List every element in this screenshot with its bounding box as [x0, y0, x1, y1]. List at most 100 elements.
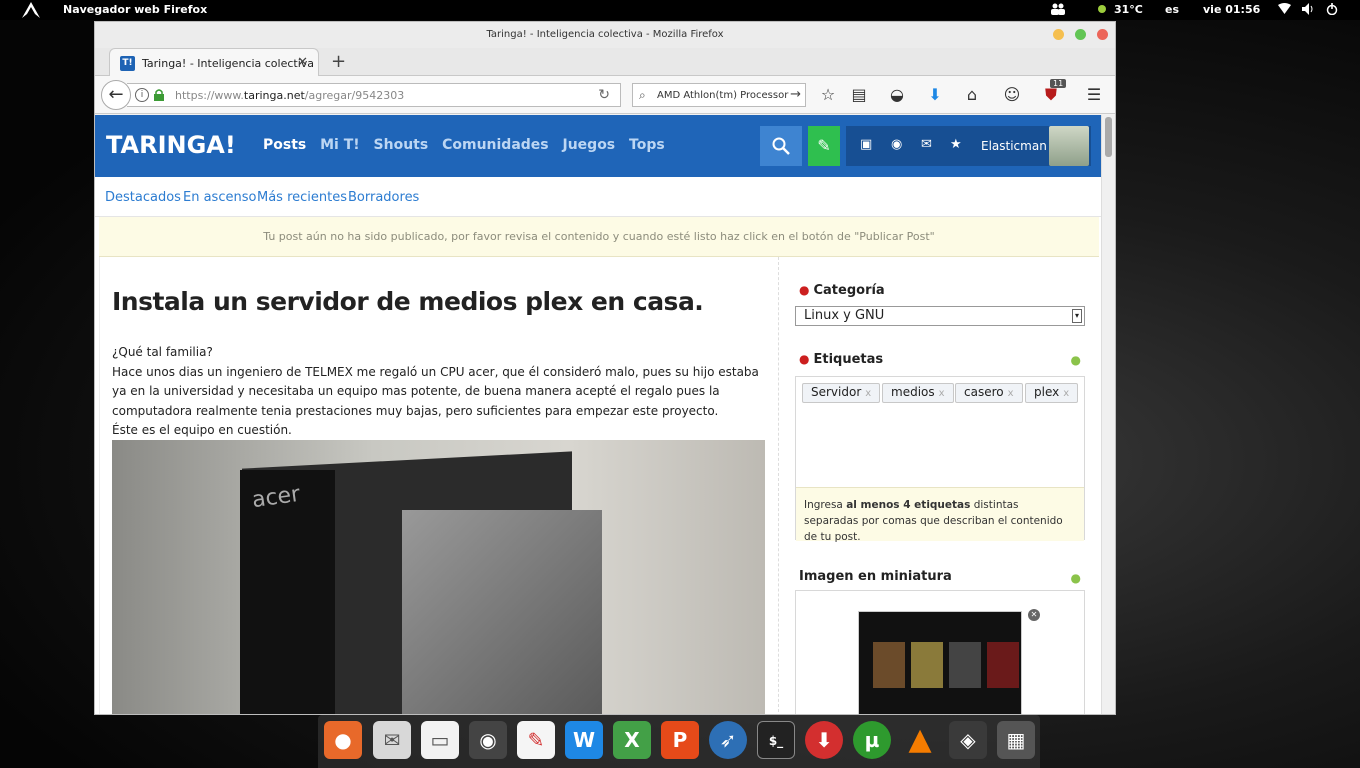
tag-remove-icon[interactable]: x [1063, 388, 1069, 399]
files-icon[interactable]: ▭ [421, 721, 459, 759]
category-select[interactable]: Linux y GNU ▾ [795, 306, 1085, 326]
tab-close-icon[interactable]: ✕ [297, 55, 308, 70]
minimize-button[interactable] [1053, 29, 1064, 40]
search-input[interactable]: ⌕ AMD Athlon(tm) Processor → [632, 83, 806, 107]
tab-bar: T! Taringa! - Inteligencia colectiva ✕ + [95, 48, 1115, 77]
volume-icon[interactable] [1302, 3, 1315, 18]
maximize-button[interactable] [1075, 29, 1086, 40]
search-go-icon[interactable]: → [790, 87, 801, 102]
tags-hint-bulb-icon[interactable]: ● [1071, 353, 1081, 367]
tag-chip[interactable]: plex x [1025, 383, 1079, 403]
reading-list-icon[interactable]: ▤ [849, 85, 869, 104]
nav-posts[interactable]: Posts [263, 137, 306, 153]
mail-icon[interactable]: ✉ [373, 721, 411, 759]
firefox-window: Taringa! - Inteligencia colectiva - Mozi… [94, 21, 1116, 715]
tags-hint: Ingresa al menos 4 etiquetas distintas s… [796, 487, 1084, 543]
home-icon[interactable]: ⌂ [962, 85, 982, 104]
avatar[interactable] [1049, 126, 1089, 166]
keyboard-layout[interactable]: es [1165, 3, 1179, 16]
bird-icon[interactable]: ➶ [709, 721, 747, 759]
arch-logo-icon[interactable] [22, 2, 40, 18]
post-caption: Éste es el equipo en cuestión. [112, 423, 292, 437]
tag-remove-icon[interactable]: x [939, 388, 945, 399]
site-info-icon[interactable]: i [135, 88, 149, 102]
site-header: TARINGA! Posts Mi T! Shouts Comunidades … [95, 115, 1101, 177]
unpublished-notice: Tu post aún no ha sido publicado, por fa… [99, 217, 1099, 257]
thumbnail-hint-bulb-icon[interactable]: ● [1071, 571, 1081, 585]
dropdown-arrow-icon[interactable]: ▾ [1072, 309, 1082, 323]
subnav-en-ascenso[interactable]: En ascenso [183, 190, 256, 205]
tag-chip[interactable]: casero x [955, 383, 1023, 403]
eye-icon[interactable]: ◉ [891, 137, 902, 152]
thumbnail-box[interactable]: ✕ [795, 590, 1085, 714]
tag-chip[interactable]: Servidor x [802, 383, 881, 403]
close-window-button[interactable] [1097, 29, 1108, 40]
new-tab-button[interactable]: + [331, 51, 346, 72]
spreadsheet-icon[interactable]: X [613, 721, 651, 759]
tag-chip[interactable]: medios x [882, 383, 954, 403]
star-icon[interactable]: ★ [950, 137, 962, 152]
vlc-icon[interactable]: ▲ [901, 721, 939, 759]
pc-side-panel [402, 510, 602, 714]
terminal-icon[interactable]: $_ [757, 721, 795, 759]
ublock-icon[interactable]: ⛊ [1041, 85, 1061, 105]
titlebar[interactable]: Taringa! - Inteligencia colectiva - Mozi… [95, 22, 1115, 48]
nav-mi-t[interactable]: Mi T! [320, 137, 360, 153]
system-icon[interactable]: ◈ [949, 721, 987, 759]
taringa-logo[interactable]: TARINGA! [106, 131, 236, 159]
clock[interactable]: vie 01:56 [1203, 3, 1260, 16]
nav-shouts[interactable]: Shouts [374, 137, 429, 153]
subnav-mas-recientes[interactable]: Más recientes [257, 190, 347, 205]
url-bar[interactable]: i https://www.taringa.net/agregar/954230… [127, 83, 621, 107]
downloads-icon[interactable]: ⬇ [925, 85, 945, 104]
network-icon[interactable]: ▦ [997, 721, 1035, 759]
username[interactable]: Elasticman [981, 139, 1047, 153]
mail-icon[interactable]: ✉ [921, 137, 932, 152]
dock: ● ✉ ▭ ◉ ✎ W X P ➶ $_ ⬇ µ ▲ ◈ ▦ [318, 715, 1040, 768]
tab-label: Taringa! - Inteligencia colectiva [142, 57, 315, 70]
subnav: Destacados En ascenso Más recientes Borr… [95, 177, 1101, 217]
subnav-destacados[interactable]: Destacados [105, 190, 181, 205]
writer-icon[interactable]: W [565, 721, 603, 759]
tags-input[interactable]: Servidor x medios x casero x plex x Ingresa … [795, 376, 1085, 543]
navigation-toolbar: i https://www.taringa.net/agregar/954230… [95, 76, 1115, 114]
tab-taringa[interactable]: T! Taringa! - Inteligencia colectiva ✕ [109, 48, 319, 77]
subnav-borradores[interactable]: Borradores [348, 190, 419, 205]
lock-icon[interactable] [154, 89, 164, 101]
bookmark-star-icon[interactable]: ☆ [818, 85, 838, 104]
url-text[interactable]: https://www.taringa.net/agregar/9542303 [175, 89, 404, 102]
post-preview: Instala un servidor de medios plex en ca… [99, 257, 779, 714]
page-scrollbar[interactable] [1101, 115, 1115, 714]
active-app-title[interactable]: Navegador web Firefox [63, 3, 207, 16]
firefox-icon[interactable]: ● [324, 721, 362, 759]
reload-icon[interactable]: ↻ [598, 87, 610, 103]
nav-tops[interactable]: Tops [629, 137, 665, 153]
remove-thumbnail-icon[interactable]: ✕ [1028, 609, 1040, 621]
stats-icon[interactable]: ▣ [860, 137, 872, 152]
chat-icon[interactable]: ☺ [1002, 85, 1022, 104]
new-post-button[interactable]: ✎ [808, 126, 840, 166]
people-icon[interactable] [1050, 3, 1066, 18]
tag-remove-icon[interactable]: x [865, 388, 871, 399]
nav-comunidades[interactable]: Comunidades [442, 137, 549, 153]
post-title: Instala un servidor de medios plex en ca… [112, 287, 704, 316]
site-search-button[interactable] [760, 126, 802, 166]
pocket-icon[interactable]: ◒ [887, 85, 907, 104]
download-icon[interactable]: ⬇ [805, 721, 843, 759]
nav-juegos[interactable]: Juegos [563, 137, 616, 153]
power-icon[interactable] [1326, 3, 1338, 18]
user-area: ▣ ◉ ✉ ★ Elasticman [846, 126, 1091, 166]
scrollbar-thumb[interactable] [1105, 117, 1112, 157]
document-icon[interactable]: ✎ [517, 721, 555, 759]
window-title: Taringa! - Inteligencia colectiva - Mozi… [486, 29, 724, 40]
temperature[interactable]: 31°C [1114, 3, 1143, 16]
back-button[interactable]: ← [101, 80, 131, 110]
presentation-icon[interactable]: P [661, 721, 699, 759]
tag-remove-icon[interactable]: x [1008, 388, 1014, 399]
disk-icon[interactable]: ◉ [469, 721, 507, 759]
weather-icon[interactable] [1096, 3, 1108, 18]
torrent-icon[interactable]: µ [853, 721, 891, 759]
extension-badge: 11 [1050, 79, 1067, 88]
menu-icon[interactable]: ☰ [1084, 85, 1104, 104]
wifi-icon[interactable] [1278, 3, 1291, 17]
